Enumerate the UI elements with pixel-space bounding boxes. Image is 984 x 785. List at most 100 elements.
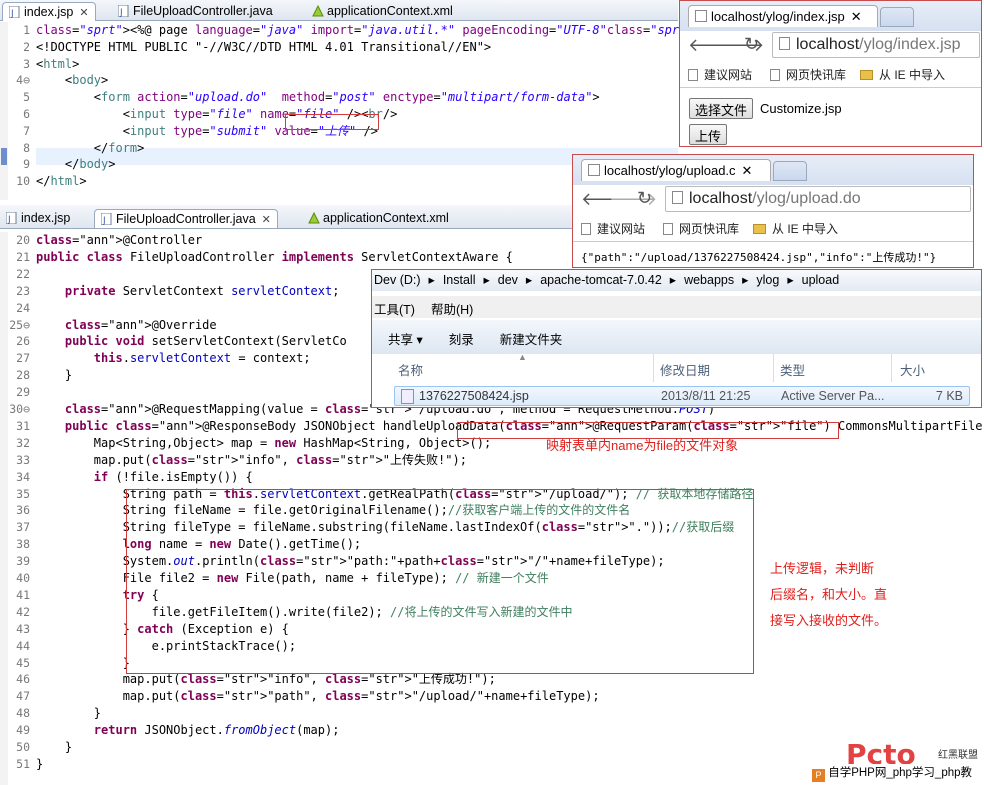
line-number: 44 <box>16 638 30 653</box>
breadcrumb-item[interactable]: apache-tomcat-7.0.42 <box>540 273 662 287</box>
file-row[interactable]: 1376227508424.jsp 2013/8/11 21:25 Active… <box>394 386 970 406</box>
menu-tools[interactable]: 工具(T) <box>374 303 415 317</box>
line-number: 29 <box>16 385 30 400</box>
close-icon[interactable]: ✕ <box>79 7 88 19</box>
line-number: 48 <box>16 706 30 721</box>
column-name[interactable]: 名称 <box>398 360 423 379</box>
line-number: 47 <box>16 689 30 704</box>
line-number: 41 <box>16 587 30 602</box>
tab-index-jsp[interactable]: Jindex.jsp <box>0 209 76 228</box>
line-number: 46 <box>16 672 30 687</box>
url-path: /ylog/index.jsp <box>859 36 961 53</box>
xml-file-icon <box>308 211 320 224</box>
php-logo-icon: P <box>812 769 825 782</box>
tab-label: FileUploadController.java <box>133 4 273 18</box>
breadcrumb-item[interactable]: webapps <box>684 273 734 287</box>
line-number: 4⊖ <box>16 73 30 88</box>
code-line: 50 } <box>0 739 984 756</box>
browser-tab[interactable]: localhost/ylog/upload.c ✕ <box>581 159 771 181</box>
page-icon <box>663 223 673 235</box>
bookmark-ie-import[interactable]: 从 IE 中导入 <box>860 66 945 83</box>
page-icon <box>688 69 698 81</box>
line-code: public class FileUploadController implem… <box>36 249 513 264</box>
jsp-file-icon <box>401 389 414 404</box>
code-line: 34 if (!file.isEmpty()) { <box>0 469 984 486</box>
bookmark-label: 建议网站 <box>597 222 646 236</box>
choose-file-button[interactable]: 选择文件 <box>689 98 754 119</box>
tab-label: applicationContext.xml <box>327 4 453 18</box>
breadcrumb[interactable]: Dev (D:) ▸ Install ▸ dev ▸ apache-tomcat-7.0.4… <box>372 270 981 291</box>
breadcrumb-item[interactable]: dev <box>498 273 518 287</box>
burn-button[interactable]: 刻录 <box>449 333 474 347</box>
tab-label: index.jsp <box>24 5 74 19</box>
new-tab-button[interactable] <box>773 161 807 181</box>
tab-filecontroller[interactable]: J FileUploadController.java <box>112 2 279 21</box>
pcto-logo-icon: Pcto <box>846 738 916 771</box>
svg-text:J: J <box>102 216 106 225</box>
column-size[interactable]: 大小 <box>900 360 925 379</box>
column-type[interactable]: 类型 <box>780 360 805 379</box>
caption-text: 自学PHP网_php学习_php教 <box>828 767 973 779</box>
bookmark-ie-import[interactable]: 从 IE 中导入 <box>753 220 838 237</box>
line-code: if (!file.isEmpty()) { <box>93 469 253 484</box>
close-icon[interactable]: ✕ <box>851 9 862 24</box>
tab-index-jsp[interactable]: Jindex.jsp ✕ <box>2 2 96 21</box>
json-response: {"path":"/upload/1376227508424.jsp","inf… <box>581 251 937 264</box>
new-folder-button[interactable]: 新建文件夹 <box>500 333 563 347</box>
reload-icon[interactable]: ↻ <box>637 188 652 209</box>
menu-help[interactable]: 帮助(H) <box>431 303 473 317</box>
address-bar[interactable]: localhost/ylog/upload.do <box>665 186 971 212</box>
code-line: 1 class="sprt"><%@ page language="java" i… <box>0 22 715 39</box>
tab-filecontroller[interactable]: J FileUploadController.java ✕ <box>94 209 278 228</box>
page-icon <box>779 37 790 50</box>
tab-appcontext[interactable]: applicationContext.xml <box>306 2 459 21</box>
name-file-highlight <box>285 114 379 130</box>
close-icon[interactable]: ✕ <box>742 163 753 178</box>
close-icon[interactable]: ✕ <box>262 214 271 226</box>
requestparam-highlight <box>457 422 839 439</box>
watermark-caption: P 自学PHP网_php学习_php教 <box>812 764 984 782</box>
tab-appcontext[interactable]: applicationContext.xml <box>302 209 455 228</box>
bookmark-suggested[interactable]: 建议网站 <box>688 66 752 83</box>
page-icon <box>672 191 683 204</box>
logo-text: 红黑联盟 <box>938 750 978 761</box>
bottom-editor-tabbar: Jindex.jsp J FileUploadController.java ✕ a… <box>0 205 580 229</box>
line-code: </body> <box>36 157 116 172</box>
bookmark-suggested[interactable]: 建议网站 <box>581 220 645 237</box>
line-number: 42 <box>16 604 30 619</box>
bookmark-webslice[interactable]: 网页快讯库 <box>770 66 846 83</box>
reload-icon[interactable]: ↻ <box>744 34 759 55</box>
url-path: /ylog/upload.do <box>752 190 861 207</box>
line-code: <!DOCTYPE HTML PUBLIC "-//W3C//DTD HTML … <box>36 39 492 54</box>
line-number: 32 <box>16 435 30 450</box>
tab-label: FileUploadController.java <box>116 212 256 226</box>
sort-arrow-icon: ▲ <box>518 352 527 362</box>
breadcrumb-item[interactable]: upload <box>802 273 840 287</box>
line-number: 28 <box>16 368 30 383</box>
logic-note: 上传逻辑，未判断 后缀名，和大小。直 接写入接收的文件。 <box>770 556 930 634</box>
browser-tab[interactable]: localhost/ylog/index.jsp ✕ <box>688 5 878 27</box>
line-code: </html> <box>36 174 87 189</box>
breadcrumb-item[interactable]: ylog <box>756 273 779 287</box>
code-line: 49 return JSONObject.fromObject(map); <box>0 722 984 739</box>
breadcrumb-item[interactable]: Install <box>443 273 476 287</box>
upload-submit-button[interactable]: 上传 <box>689 124 728 145</box>
browser-tab-label: localhost/ylog/index.jsp <box>711 9 845 24</box>
folder-icon <box>753 224 766 234</box>
address-bar[interactable]: localhost/ylog/index.jsp <box>772 32 980 58</box>
line-number: 24 <box>16 300 30 315</box>
tab-label: index.jsp <box>21 211 71 225</box>
bookmark-webslice[interactable]: 网页快讯库 <box>663 220 739 237</box>
line-number: 40 <box>16 571 30 585</box>
bookmark-label: 从 IE 中导入 <box>772 222 839 236</box>
breadcrumb-item[interactable]: Dev (D:) <box>374 273 421 287</box>
line-code: map.put(class="str">"info", class="str">… <box>36 452 467 467</box>
line-code: } <box>36 756 44 771</box>
code-line: 3 <html> <box>0 56 678 73</box>
browser-window-upload: localhost/ylog/upload.c ✕ 🡐 🡒 ↻ localhost… <box>572 154 974 268</box>
folder-icon <box>860 70 873 80</box>
new-tab-button[interactable] <box>880 7 914 27</box>
share-button[interactable]: 共享 ▾ <box>388 333 423 347</box>
file-size: 7 KB <box>935 389 963 403</box>
column-date[interactable]: 修改日期 <box>660 360 710 379</box>
